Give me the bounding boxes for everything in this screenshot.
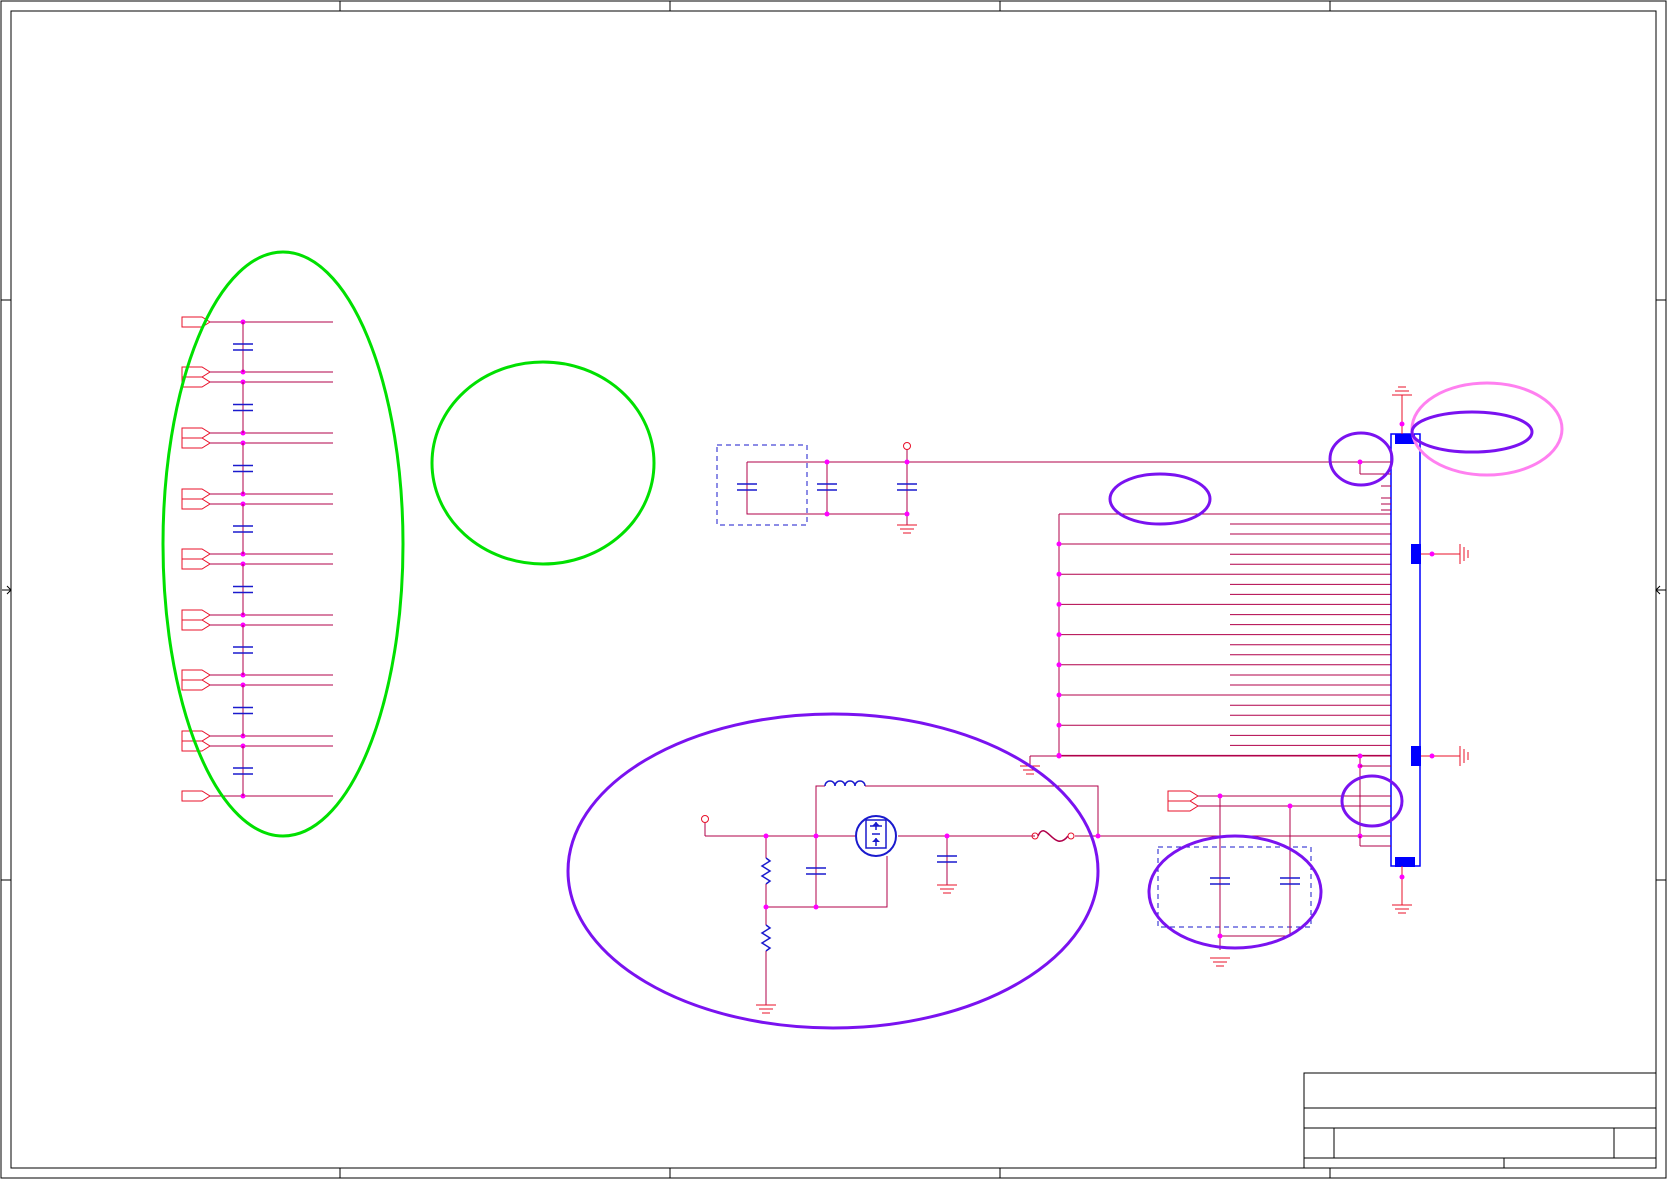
schematic-sheet bbox=[0, 0, 1667, 1179]
connector-mount-pad-2 bbox=[1411, 746, 1421, 766]
port-flag bbox=[181, 548, 211, 560]
ground-icon bbox=[897, 524, 917, 534]
output-bypass-capacitors bbox=[1157, 753, 1391, 967]
port-flag bbox=[181, 609, 211, 621]
port-flag bbox=[181, 790, 211, 802]
highlight-annotations bbox=[161, 250, 1564, 1030]
ground-icon bbox=[1459, 544, 1469, 564]
port-flag bbox=[181, 488, 211, 500]
highlight-power-switch-circuit bbox=[566, 712, 1100, 1030]
sheet-frame bbox=[0, 0, 1667, 1179]
power-port-top bbox=[903, 442, 911, 450]
ground-icon bbox=[756, 1004, 776, 1014]
highlight-connector-pin-1 bbox=[1328, 431, 1394, 487]
input-power-port bbox=[701, 815, 709, 823]
signal-bus bbox=[1020, 513, 1391, 775]
title-block bbox=[1303, 1072, 1657, 1169]
mosfet-switch bbox=[855, 815, 897, 857]
port-flag bbox=[181, 669, 211, 681]
resistor-r1 bbox=[760, 857, 772, 885]
highlight-bypass-capacitors bbox=[1147, 834, 1323, 950]
input-bypass-capacitors bbox=[716, 442, 1360, 534]
ground-icon bbox=[1392, 386, 1412, 396]
highlight-signal-bus-start bbox=[1108, 472, 1212, 526]
highlight-connector-supply-pins bbox=[1340, 774, 1404, 828]
highlight-empty-annotation bbox=[430, 360, 656, 566]
highlight-input-filter-group bbox=[161, 250, 405, 838]
port-flag bbox=[181, 427, 211, 439]
connector-header bbox=[1357, 386, 1469, 914]
port-flag bbox=[181, 437, 211, 449]
ground-icon bbox=[1392, 904, 1412, 914]
connector-bottom-pad bbox=[1395, 857, 1415, 867]
highlight-connector-top-pad-outer bbox=[1410, 381, 1564, 477]
port-flag bbox=[181, 558, 211, 570]
ground-icon bbox=[1459, 746, 1469, 766]
ground-icon bbox=[1210, 957, 1230, 967]
resistor-r2 bbox=[760, 924, 772, 952]
ground-icon bbox=[937, 884, 957, 894]
differential-port-array bbox=[181, 316, 333, 802]
differential-port bbox=[1167, 790, 1199, 812]
connector-mount-pad-1 bbox=[1411, 544, 1421, 564]
port-flag bbox=[181, 619, 211, 631]
port-flag bbox=[181, 376, 211, 388]
inductor-icon bbox=[824, 780, 866, 787]
fuse-icon bbox=[1031, 830, 1075, 842]
highlight-connector-top-pad bbox=[1410, 410, 1534, 454]
port-flag bbox=[181, 730, 211, 742]
power-switch-circuit bbox=[701, 780, 1391, 1014]
port-flag bbox=[181, 679, 211, 691]
port-flag bbox=[181, 498, 211, 510]
